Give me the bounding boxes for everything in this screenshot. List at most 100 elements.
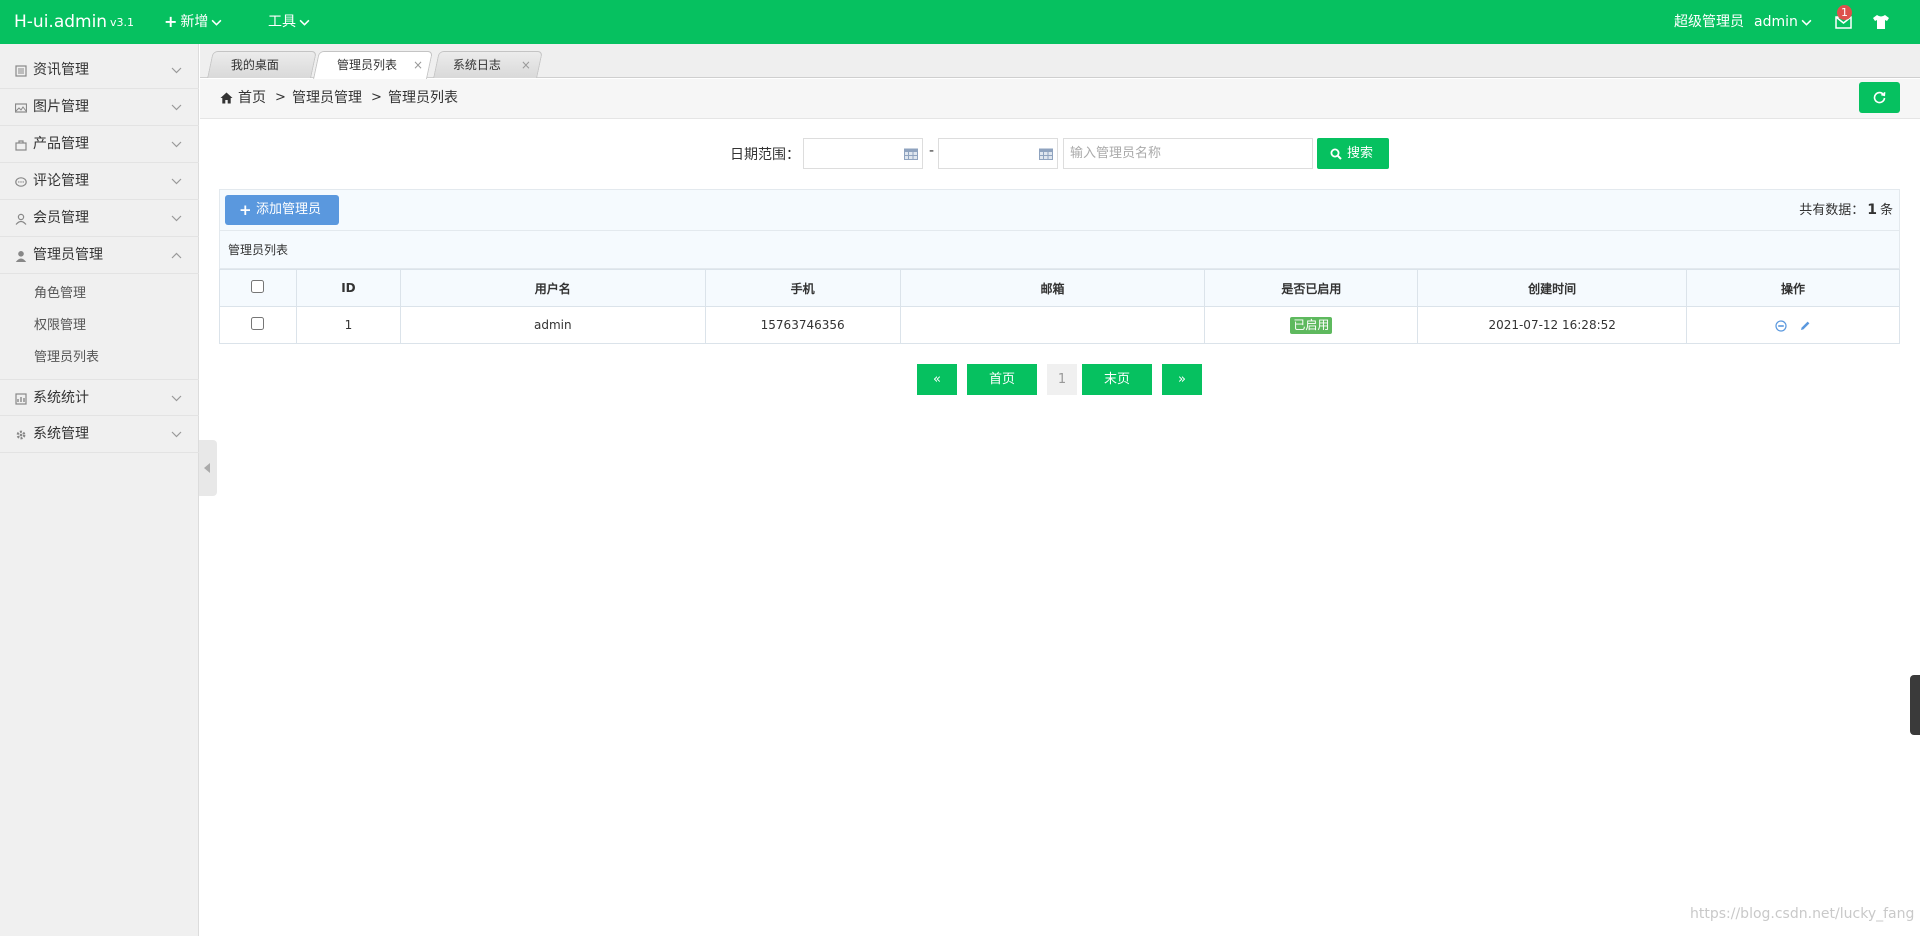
calendar-icon <box>1039 148 1053 160</box>
page-prev-button[interactable]: « <box>917 364 957 395</box>
sidebar-item-news[interactable]: 资讯管理 <box>0 52 199 89</box>
sidebar-item-label: 系统管理 <box>33 426 89 442</box>
top-header: H-ui.admin v3.1 + 新增 工具 超级管理员 admin 1 <box>0 0 1920 44</box>
row-checkbox[interactable] <box>251 317 265 330</box>
tab-system-log[interactable]: 系统日志 × <box>433 51 543 78</box>
sidebar-item-label: 资讯管理 <box>33 62 89 78</box>
cell-created: 2021-07-12 16:28:52 <box>1417 306 1688 344</box>
breadcrumb-level1[interactable]: 管理员管理 <box>292 79 362 117</box>
menu-new[interactable]: + 新增 <box>164 0 222 44</box>
product-icon <box>15 140 27 151</box>
date-end-input[interactable] <box>938 138 1058 169</box>
list-toolbar: + 添加管理员 共有数据： 1 条 <box>219 189 1900 231</box>
sidebar-item-label: 系统统计 <box>33 390 89 406</box>
sidebar-item-products[interactable]: 产品管理 <box>0 126 199 163</box>
sidebar-item-system[interactable]: 系统管理 <box>0 416 199 453</box>
breadcrumb: 首页 > 管理员管理 > 管理员列表 <box>200 79 1920 119</box>
page-next-button[interactable]: » <box>1162 364 1202 395</box>
comment-icon <box>15 177 27 187</box>
page-first-button[interactable]: 首页 <box>967 364 1037 395</box>
admin-name-search-input[interactable] <box>1063 138 1313 169</box>
sidebar-collapse-handle[interactable] <box>199 440 217 496</box>
table-row: 1 admin 15763746356 已启用 2021-07-12 16:28… <box>219 306 1900 344</box>
sidebar-item-admins[interactable]: 管理员管理 <box>0 237 199 274</box>
sidebar-subitem-permissions[interactable]: 权限管理 <box>34 316 86 336</box>
breadcrumb-separator: > <box>275 90 286 105</box>
cell-status: 已启用 <box>1204 306 1419 344</box>
user-role: 超级管理员 <box>1674 14 1744 30</box>
sidebar-item-statistics[interactable]: 系统统计 <box>0 379 199 416</box>
table-header-row: ID 用户名 手机 邮箱 是否已启用 创建时间 操作 <box>219 269 1900 307</box>
version-label: v3.1 <box>110 16 135 29</box>
home-icon <box>220 92 233 104</box>
add-admin-button[interactable]: + 添加管理员 <box>225 195 339 225</box>
skin-tshirt-icon[interactable] <box>1871 13 1891 31</box>
column-header: 手机 <box>704 269 901 307</box>
breadcrumb-home[interactable]: 首页 <box>238 79 266 117</box>
plus-icon: + <box>239 201 252 219</box>
total-number: 1 <box>1867 202 1877 218</box>
close-icon[interactable]: × <box>521 52 531 78</box>
chevron-down-icon <box>171 395 182 402</box>
tab-label: 我的桌面 <box>230 58 279 72</box>
add-admin-label: 添加管理员 <box>256 202 322 217</box>
chevron-down-icon <box>299 19 310 26</box>
menu-new-label: 新增 <box>180 14 209 30</box>
member-icon <box>15 213 27 225</box>
sidebar: 资讯管理 图片管理 产品管理 评论管理 会员管理 管理员管理 角色管理 权限管理… <box>0 44 199 936</box>
news-icon <box>15 65 27 77</box>
caret-left-icon <box>204 463 210 473</box>
refresh-button[interactable] <box>1859 82 1900 113</box>
tab-desktop[interactable]: 我的桌面 <box>207 51 317 78</box>
chevron-down-icon <box>171 141 182 148</box>
page-last-button[interactable]: 末页 <box>1082 364 1152 395</box>
refresh-icon <box>1873 91 1886 104</box>
disable-icon[interactable] <box>1775 319 1787 332</box>
watermark: https://blog.csdn.net/lucky_fang <box>1690 906 1915 922</box>
plus-icon: + <box>164 12 178 31</box>
date-start-input[interactable] <box>803 138 923 169</box>
select-all-checkbox[interactable] <box>251 280 265 293</box>
header-select-cell <box>219 269 297 307</box>
sidebar-item-pictures[interactable]: 图片管理 <box>0 89 199 126</box>
cell-email <box>899 306 1206 344</box>
total-count: 共有数据： 1 条 <box>1799 190 1893 231</box>
cell-phone: 15763746356 <box>704 306 901 344</box>
breadcrumb-current: 管理员列表 <box>388 90 458 106</box>
sidebar-subitem-admin-list[interactable]: 管理员列表 <box>34 348 99 368</box>
table-caption: 管理员列表 <box>219 231 1900 269</box>
close-icon[interactable]: × <box>413 52 423 78</box>
total-suffix: 条 <box>1879 203 1893 218</box>
search-button[interactable]: 搜索 <box>1317 138 1389 169</box>
tab-label: 系统日志 <box>452 58 501 72</box>
sidebar-item-comments[interactable]: 评论管理 <box>0 163 199 200</box>
sidebar-item-label: 会员管理 <box>33 210 89 226</box>
sidebar-item-members[interactable]: 会员管理 <box>0 200 199 237</box>
column-header: 创建时间 <box>1417 269 1688 307</box>
menu-tools-label: 工具 <box>268 14 296 30</box>
sidebar-item-label: 评论管理 <box>33 173 89 189</box>
floating-widget-handle[interactable] <box>1910 675 1920 735</box>
tab-label: 管理员列表 <box>337 58 398 72</box>
chevron-down-icon <box>171 215 182 222</box>
chevron-up-icon <box>171 252 182 259</box>
breadcrumb-separator: > <box>371 90 382 105</box>
brand-logo[interactable]: H-ui.admin <box>14 0 107 44</box>
menu-tools[interactable]: 工具 <box>268 0 310 44</box>
tab-bar: 我的桌面 管理员列表 × 系统日志 × <box>200 44 1920 79</box>
sidebar-subitem-roles[interactable]: 角色管理 <box>34 284 86 304</box>
search-button-label: 搜索 <box>1347 146 1374 161</box>
status-badge: 已启用 <box>1290 316 1333 334</box>
tab-admin-list[interactable]: 管理员列表 × <box>313 51 433 79</box>
page-current[interactable]: 1 <box>1047 364 1077 395</box>
date-range-label: 日期范围： <box>730 147 800 163</box>
chevron-down-icon <box>211 19 222 26</box>
admin-user-icon <box>15 251 27 262</box>
sidebar-item-label: 图片管理 <box>33 99 89 115</box>
cell-id: 1 <box>295 306 401 344</box>
sidebar-item-label: 产品管理 <box>33 136 89 152</box>
edit-pencil-icon[interactable] <box>1799 320 1811 332</box>
user-name: admin <box>1754 14 1798 30</box>
user-menu[interactable]: admin <box>1754 0 1812 44</box>
picture-icon <box>15 103 27 113</box>
